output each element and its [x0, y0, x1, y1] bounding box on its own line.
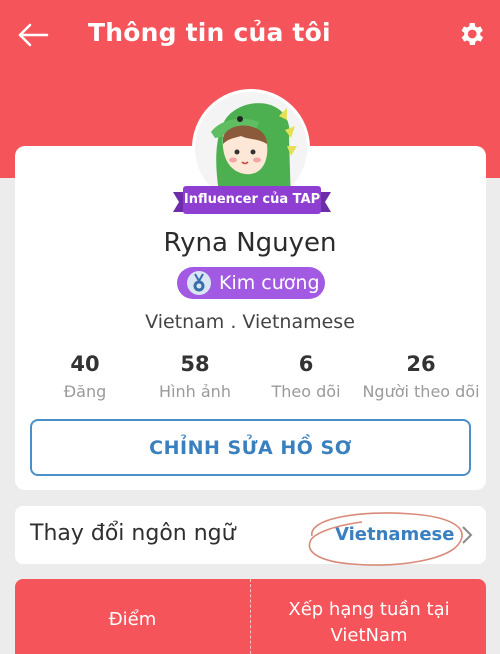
tier-label: Kim cương [219, 272, 320, 294]
stat-value: 40 [70, 352, 100, 376]
language-value: Vietnamese [335, 524, 455, 545]
stat-label: Đăng [63, 382, 107, 401]
arrow-left-icon [18, 23, 49, 47]
weekly-ranking-line2: VietNam [330, 625, 408, 646]
back-button[interactable] [16, 20, 50, 50]
tier-badge: Kim cương [177, 267, 325, 299]
gear-icon [461, 23, 484, 45]
stat-posts[interactable]: 40 Đăng [45, 352, 125, 401]
weekly-ranking-tab[interactable]: Xếp hạng tuần tại VietNam [252, 597, 486, 649]
stat-label: Hình ảnh [159, 382, 231, 401]
stat-value: 6 [298, 352, 314, 376]
points-tab[interactable]: Điểm [15, 609, 250, 630]
stat-photos[interactable]: 58 Hình ảnh [155, 352, 235, 401]
points-ranking-card: Điểm Xếp hạng tuần tại VietNam [15, 579, 486, 654]
stats-row: 40 Đăng 58 Hình ảnh 6 Theo dõi 26 Người … [15, 352, 486, 406]
stat-value: 26 [406, 352, 436, 376]
page-title: Thông tin của tôi [88, 18, 331, 47]
stat-following[interactable]: 6 Theo dõi [263, 352, 349, 401]
profile-name: Ryna Nguyen [163, 228, 337, 258]
influencer-badge: Influencer của TAP [173, 186, 331, 216]
change-language-row[interactable]: Thay đổi ngôn ngữ Vietnamese [15, 506, 486, 564]
settings-button[interactable] [456, 19, 486, 49]
edit-profile-button[interactable]: CHỈNH SỬA HỒ SƠ [30, 419, 471, 476]
top-bar: Thông tin của tôi [0, 0, 500, 72]
chevron-right-icon [462, 526, 473, 544]
stat-value: 58 [180, 352, 210, 376]
stat-label: Người theo dõi [362, 382, 480, 401]
location-language: Vietnam . Vietnamese [145, 311, 355, 333]
medal-icon [187, 271, 211, 295]
dashed-divider [250, 579, 251, 654]
influencer-badge-label: Influencer của TAP [183, 186, 321, 214]
weekly-ranking-line1: Xếp hạng tuần tại [288, 599, 450, 620]
stat-label: Theo dõi [271, 382, 341, 401]
change-language-label: Thay đổi ngôn ngữ [30, 521, 236, 546]
stat-followers[interactable]: 26 Người theo dõi [359, 352, 483, 401]
